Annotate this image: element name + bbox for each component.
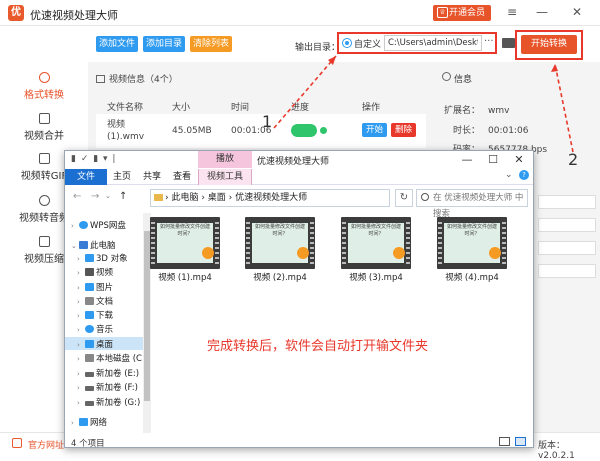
item-count-status: 4 个项目 [71, 439, 105, 449]
ribbon-expand-icon[interactable]: ⌄ [505, 170, 513, 180]
file-name-4[interactable]: 视频 (4).mp4 [432, 271, 512, 283]
explorer-minimize-button[interactable]: — [461, 153, 473, 166]
download-icon [85, 311, 94, 319]
play-icon [202, 247, 214, 259]
tab-view[interactable]: 查看 [167, 170, 197, 185]
tree-item-drive-e[interactable]: › 新加卷 (E:) [77, 367, 139, 379]
file-explorer-window[interactable]: ▮ ✓ ▮ ▾ | 播放 优速视频处理大师 — ☐ ✕ 文件 主页 共享 查看 … [64, 150, 534, 449]
refresh-button[interactable]: ↻ [395, 189, 413, 207]
address-bar[interactable]: › 此电脑 › 桌面 › 优速视频处理大师 [150, 189, 390, 207]
network-icon [79, 418, 88, 426]
forward-button[interactable]: → [91, 191, 99, 202]
tab-home[interactable]: 主页 [107, 170, 137, 185]
annotation-number-1: 1 [262, 112, 273, 131]
tree-item-network[interactable]: › 网络 [71, 416, 107, 428]
quick-access-toolbar[interactable]: ▮ ✓ ▮ ▾ | [71, 154, 116, 164]
cloud-icon [79, 221, 88, 229]
address-path: › 此电脑 › 桌面 › 优速视频处理大师 [165, 193, 308, 203]
tree-item-3d[interactable]: › 3D 对象 [77, 252, 128, 264]
tree-item-this-pc[interactable]: ⌄ 此电脑 [71, 239, 116, 251]
tab-video-tools[interactable]: 视频工具 [198, 169, 252, 185]
file-thumbnail-2[interactable]: 如何批量修改文件创建时间？ [245, 217, 315, 269]
tree-item-desktop[interactable]: › 桌面 [77, 338, 113, 350]
back-button[interactable]: ← [73, 191, 81, 202]
film-icon [85, 268, 94, 276]
music-icon [85, 325, 94, 333]
tree-item-videos[interactable]: › 视频 [77, 266, 113, 278]
document-icon [85, 297, 94, 305]
cube-icon [85, 254, 94, 262]
folder-icon [154, 194, 163, 201]
file-name-1[interactable]: 视频 (1).mp4 [145, 271, 225, 283]
explorer-maximize-button[interactable]: ☐ [487, 153, 499, 166]
file-name-2[interactable]: 视频 (2).mp4 [240, 271, 320, 283]
drive-icon [85, 386, 94, 391]
file-name-3[interactable]: 视频 (3).mp4 [336, 271, 416, 283]
explorer-close-button[interactable]: ✕ [513, 153, 525, 166]
file-thumbnail-4[interactable]: 如何批量修改文件创建时间？ [437, 217, 507, 269]
tab-share[interactable]: 共享 [137, 170, 167, 185]
tree-item-drive-c[interactable]: › 本地磁盘 (C:) [77, 352, 148, 364]
tree-item-drive-f[interactable]: › 新加卷 (F:) [77, 381, 138, 393]
explorer-nav-bar: ← → ⌄ ↑ › 此电脑 › 桌面 › 优速视频处理大师 ↻ 在 优速视频处理… [65, 186, 533, 219]
drive-icon [85, 372, 94, 377]
annotation-number-2: 2 [568, 150, 579, 169]
search-placeholder: 在 优速视频处理大师 中搜索 [433, 193, 524, 219]
play-icon [489, 247, 501, 259]
desktop-icon [85, 340, 94, 348]
play-context-tab[interactable]: 播放 [198, 151, 252, 168]
play-icon [393, 247, 405, 259]
up-button[interactable]: ↑ [119, 191, 127, 202]
drive-icon [85, 354, 94, 362]
search-input[interactable]: 在 优速视频处理大师 中搜索 [416, 189, 528, 219]
play-icon [297, 247, 309, 259]
help-icon[interactable]: ? [519, 170, 529, 180]
arrow-2-line [554, 63, 574, 153]
computer-icon [79, 241, 88, 249]
tree-item-downloads[interactable]: › 下载 [77, 309, 113, 321]
explorer-title: 优速视频处理大师 [257, 157, 330, 167]
picture-icon [85, 283, 94, 291]
tree-item-music[interactable]: › 音乐 [77, 323, 113, 335]
completion-message: 完成转换后，软件会自动打开输文件夹 [207, 339, 429, 354]
tree-item-pictures[interactable]: › 图片 [77, 281, 113, 293]
file-thumbnail-1[interactable]: 如何批量修改文件创建时间？ [150, 217, 220, 269]
tab-file[interactable]: 文件 [65, 169, 107, 185]
recent-dropdown-icon[interactable]: ⌄ [105, 192, 111, 200]
arrow-1-line [273, 55, 337, 129]
file-thumbnail-3[interactable]: 如何批量修改文件创建时间？ [341, 217, 411, 269]
details-view-icon[interactable] [499, 437, 510, 446]
tree-item-drive-g[interactable]: › 新加卷 (G:) [77, 396, 140, 408]
arrow-2-head [551, 64, 558, 72]
tree-item-documents[interactable]: › 文档 [77, 295, 113, 307]
drive-icon [85, 401, 94, 406]
tree-item-wps[interactable]: › WPS网盘 [71, 219, 126, 231]
large-icons-view-icon[interactable] [515, 437, 526, 446]
search-icon [421, 193, 429, 201]
